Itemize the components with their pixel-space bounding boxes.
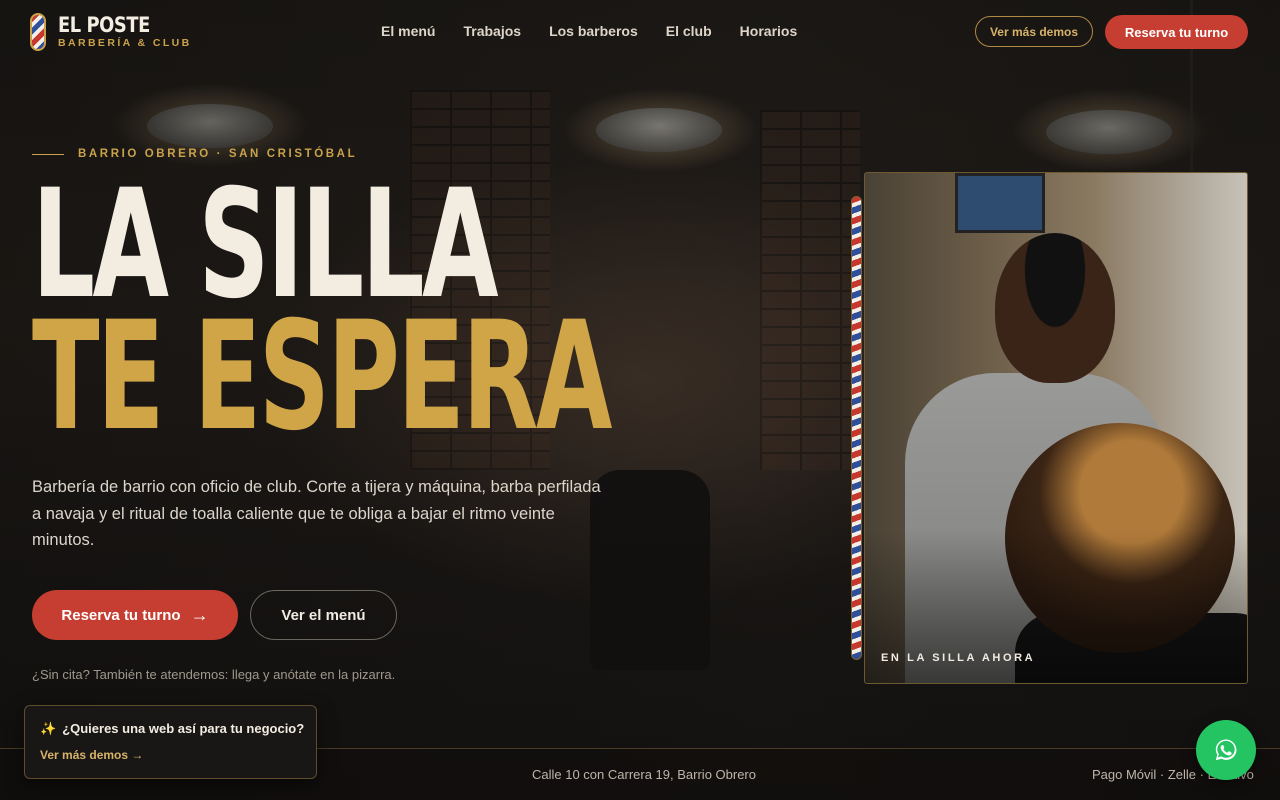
nav-item-horarios[interactable]: Horarios <box>740 23 798 39</box>
address-text: Calle 10 con Carrera 19, Barrio Obrero <box>532 767 756 782</box>
nav-item-trabajos[interactable]: Trabajos <box>463 23 521 39</box>
view-menu-button[interactable]: Ver el menú <box>250 590 397 640</box>
arrow-right-icon: → <box>190 605 209 625</box>
brand-subtitle: BARBERÍA & CLUB <box>58 37 192 50</box>
sparkle-icon: ✨ <box>40 721 57 736</box>
promo-title-text: ¿Quieres una web así para tu negocio? <box>62 721 305 736</box>
brand-name: EL POSTE <box>58 13 150 38</box>
hero-photo: EN LA SILLA AHORA <box>864 172 1248 684</box>
walkin-note: ¿Sin cita? También te atendemos: llega y… <box>32 667 396 682</box>
nav-item-menu[interactable]: El menú <box>381 23 435 39</box>
whatsapp-button[interactable] <box>1196 720 1256 780</box>
site-header: EL POSTE BARBERÍA & CLUB El menú Trabajo… <box>0 0 1280 64</box>
photo-shade <box>865 173 1247 683</box>
promo-more-demos-link[interactable]: Ver más demos → <box>40 748 143 762</box>
photo-caption: EN LA SILLA AHORA <box>881 652 1036 664</box>
hero-book-label: Reserva tu turno <box>61 606 181 624</box>
hero-book-button[interactable]: Reserva tu turno → <box>32 590 238 640</box>
nav-item-club[interactable]: El club <box>666 23 712 39</box>
logo[interactable]: EL POSTE BARBERÍA & CLUB <box>30 13 192 51</box>
demo-promo-card[interactable]: ✨ ¿Quieres una web así para tu negocio? … <box>24 705 317 779</box>
whatsapp-icon <box>1215 739 1237 761</box>
barber-pole-icon <box>30 13 46 51</box>
more-demos-button[interactable]: Ver más demos <box>975 16 1093 47</box>
hero-description: Barbería de barrio con oficio de club. C… <box>32 478 601 549</box>
nav-item-barberos[interactable]: Los barberos <box>549 23 638 39</box>
barber-pole-decoration <box>851 196 862 660</box>
book-appointment-button[interactable]: Reserva tu turno <box>1105 15 1248 49</box>
main-nav: El menú Trabajos Los barberos El club Ho… <box>381 23 797 39</box>
promo-title: ✨ ¿Quieres una web así para tu negocio? <box>40 721 304 737</box>
eyebrow-divider <box>32 153 64 155</box>
hero-title-line2: TE ESPERA <box>32 290 612 464</box>
logo-text: EL POSTE BARBERÍA & CLUB <box>58 15 192 49</box>
